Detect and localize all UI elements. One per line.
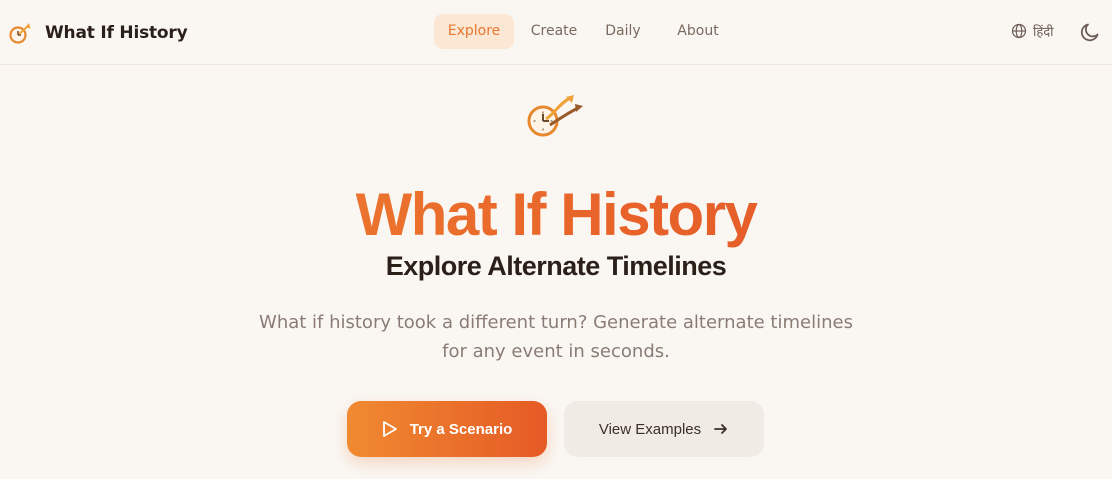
brand-link[interactable]: What If History [8, 20, 188, 46]
top-navbar: What If History Explore Create Daily Abo… [0, 0, 1112, 65]
nav-explore[interactable]: Explore [434, 14, 514, 49]
hero-title: What If History [0, 180, 1112, 250]
main-nav: Explore Create Daily About [434, 14, 738, 49]
view-examples-button[interactable]: View Examples [564, 401, 764, 457]
try-scenario-label: Try a Scenario [409, 420, 513, 438]
nav-daily[interactable]: Daily [594, 14, 652, 49]
hero-description: What if history took a different turn? G… [259, 312, 853, 362]
clock-arrow-logo-icon [9, 23, 31, 44]
moon-icon[interactable] [1078, 20, 1102, 44]
try-scenario-button[interactable]: Try a Scenario [347, 401, 547, 457]
arrow-right-icon [714, 424, 728, 434]
nav-create[interactable]: Create [514, 14, 594, 49]
language-toggle[interactable]: हिंदी [1011, 22, 1054, 40]
brand-name: What If History [45, 23, 188, 43]
hero-subtitle: Explore Alternate Timelines [385, 251, 727, 281]
nav-about[interactable]: About [658, 14, 738, 49]
clock-arrow-logo-icon [527, 95, 583, 137]
language-label: हिंदी [1033, 25, 1054, 40]
view-examples-label: View Examples [598, 420, 702, 438]
globe-icon [1011, 23, 1027, 39]
play-icon [382, 421, 397, 437]
